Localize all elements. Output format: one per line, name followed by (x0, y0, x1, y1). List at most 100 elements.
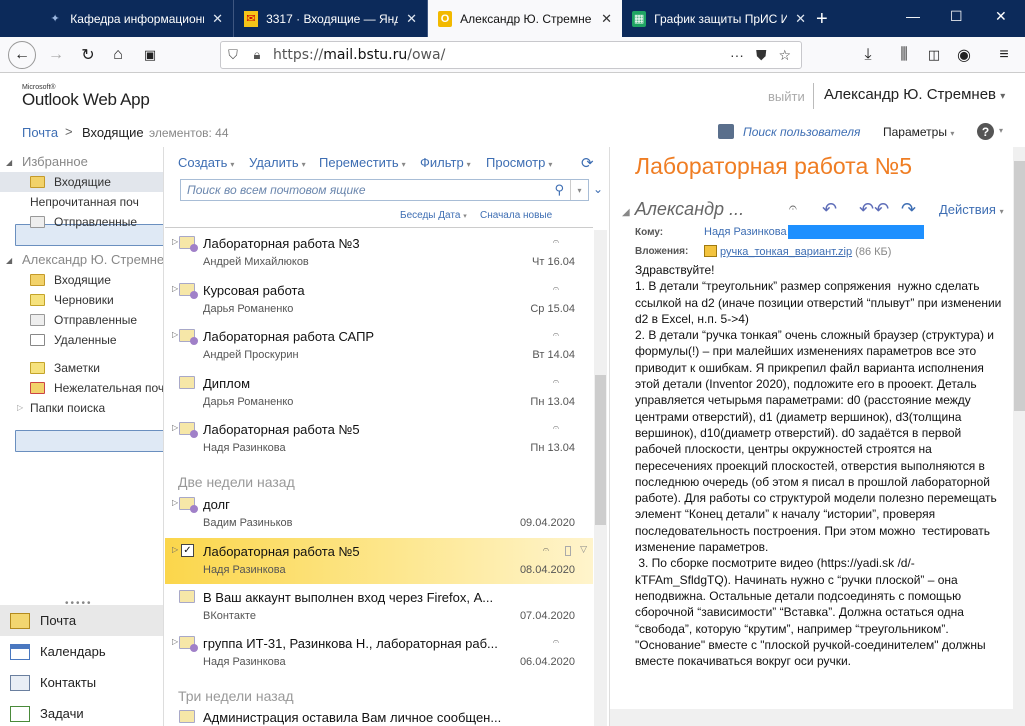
bookmark-star-icon[interactable]: ☆ (778, 47, 791, 64)
new-button[interactable]: Создать ▾ (178, 155, 234, 170)
expand-conversation-icon[interactable]: ▷ (172, 330, 178, 339)
forward-icon[interactable]: ↷ (901, 199, 916, 220)
move-button[interactable]: Переместить ▾ (319, 155, 406, 170)
expand-conversation-icon[interactable]: ▷ (172, 637, 178, 646)
expand-conversation-icon[interactable]: ▷ (172, 423, 178, 432)
expand-conversation-icon[interactable]: ▷ (172, 545, 178, 554)
scrollbar-thumb[interactable] (595, 375, 606, 525)
minimize-button[interactable]: — (906, 8, 920, 24)
folder-junk[interactable]: Нежелательная поч (0, 378, 163, 398)
close-icon[interactable]: ✕ (601, 11, 612, 27)
chevron-down-icon[interactable]: ▾ (570, 180, 588, 200)
message-row[interactable]: ▷ группа ИТ-31, Разинкова Н., лабораторн… (165, 630, 593, 676)
folder-notes[interactable]: Заметки (0, 358, 163, 378)
back-button[interactable]: ← (8, 41, 36, 69)
message-row[interactable]: ▷ Лабораторная работа №5 𝄐 Надя Разинков… (165, 416, 593, 462)
actions-menu[interactable]: Действия ▾ (939, 202, 1004, 217)
message-row[interactable]: В Ваш аккаунт выполнен вход через Firefo… (165, 584, 593, 630)
screenshot-icon[interactable]: ▣ (138, 43, 162, 67)
reply-all-icon[interactable]: ↶↶ (859, 199, 889, 220)
new-tab-button[interactable]: + (816, 8, 828, 31)
attachment-link[interactable]: ручка_тонкая_вариант.zip (86 КБ) (704, 245, 891, 258)
module-mail[interactable]: Почта (0, 605, 163, 636)
folder-inbox[interactable]: Входящие (0, 270, 163, 290)
sent-folder-icon (30, 216, 45, 228)
expand-conversation-icon[interactable]: ▷ (172, 498, 178, 507)
message-row-selected[interactable]: ▷ ✓ Лабораторная работа №5 𝄐 ▽ Надя Рази… (165, 538, 593, 584)
signout-link[interactable]: выйти (768, 89, 805, 104)
module-tasks[interactable]: Задачи (0, 698, 163, 726)
calendar-icon (10, 643, 30, 660)
message-row[interactable]: ▷ Лабораторная работа №3 𝄐 Андрей Михайл… (165, 230, 593, 276)
list-scrollbar[interactable] (594, 230, 607, 726)
message-row[interactable]: Администрация оставила Вам личное сообще… (165, 704, 593, 726)
library-icon[interactable]: ⫼ (892, 43, 916, 67)
search-input[interactable]: Поиск во всем почтовом ящике ⚲ ▾ (180, 179, 589, 201)
address-bar[interactable]: ⛉ 🔒︎ https://mail.bstu.ru/owa/ ··· ⛊ ☆ (220, 41, 802, 69)
tab-outlook[interactable]: O Александр Ю. Стремне ✕ (428, 0, 622, 37)
folder-sent[interactable]: Отправленные (0, 310, 163, 330)
message-row[interactable]: ▷ Лабораторная работа САПР 𝄐 Андрей Прос… (165, 323, 593, 369)
sender-name[interactable]: ◢ Александр ... (622, 199, 744, 220)
filter-button[interactable]: Фильтр ▾ (420, 155, 471, 170)
folder-search[interactable]: Папки поиска (0, 398, 163, 452)
category-icon[interactable] (565, 546, 571, 556)
refresh-icon[interactable]: ⟳ (581, 154, 594, 172)
menu-icon[interactable]: ≡ (992, 43, 1016, 67)
message-row[interactable]: ▷ долг Вадим Разиньков 09.04.2020 (165, 491, 593, 537)
recipient-link[interactable]: Надя Разинкова (704, 226, 787, 238)
fav-sent[interactable]: Отправленные (0, 212, 163, 232)
folder-deleted[interactable]: Удаленные (0, 330, 163, 350)
expand-conversation-icon[interactable]: ▷ (172, 284, 178, 293)
message-row[interactable]: ▷ Курсовая работа 𝄐 Дарья Романенко Ср 1… (165, 277, 593, 323)
flag-icon[interactable]: ▽ (580, 544, 587, 555)
reading-horizontal-scrollbar[interactable] (610, 709, 1013, 726)
sort-by-button[interactable]: Беседы Дата ▾ (400, 210, 467, 221)
view-button[interactable]: Просмотр ▾ (486, 155, 552, 170)
search-icon[interactable]: ⚲ (554, 182, 564, 198)
address-book-icon[interactable] (718, 124, 734, 139)
folder-drafts[interactable]: Черновики (0, 290, 163, 310)
scrollbar-thumb[interactable] (1014, 161, 1025, 411)
options-menu[interactable]: Параметры ▾ (883, 125, 954, 139)
shield-icon[interactable]: ⛉ (221, 47, 245, 63)
help-dropdown-icon[interactable]: ▾ (999, 126, 1003, 135)
download-icon[interactable]: ⤓ (856, 43, 880, 67)
collapse-favorites-icon[interactable]: ◢ (6, 158, 12, 167)
fav-unread[interactable]: Непрочитанная поч (0, 192, 163, 246)
sort-order-button[interactable]: Сначала новые (480, 210, 552, 221)
favorites-heading[interactable]: Избранное (22, 154, 88, 169)
tab-kafedra[interactable]: ✦ Кафедра информационн ✕ (38, 0, 234, 37)
user-menu[interactable]: Александр Ю. Стремнев ▾ (824, 86, 1005, 103)
home-button[interactable]: ⌂ (106, 43, 130, 67)
tab-yandex-mail[interactable]: ✉ 3317 · Входящие — Янде ✕ (234, 0, 428, 37)
lock-icon[interactable]: 🔒︎ (245, 47, 269, 63)
collapse-mailbox-icon[interactable]: ◢ (6, 256, 12, 265)
close-icon[interactable]: ✕ (406, 11, 417, 27)
reply-icon[interactable]: ↶ (822, 199, 837, 220)
close-icon[interactable]: ✕ (795, 11, 806, 27)
reload-button[interactable]: ↻ (76, 43, 100, 67)
module-calendar[interactable]: Календарь (0, 636, 163, 667)
tab-schedule[interactable]: ▦ График защиты ПрИС И ✕ (622, 0, 816, 37)
module-contacts[interactable]: Контакты (0, 667, 163, 698)
pocket-icon[interactable]: ⛊ (756, 47, 767, 64)
forward-button[interactable]: → (44, 43, 68, 67)
reading-scrollbar[interactable] (1013, 147, 1025, 726)
account-icon[interactable]: ◉ (952, 43, 976, 67)
close-icon[interactable]: ✕ (212, 11, 223, 27)
fav-inbox[interactable]: Входящие (0, 172, 163, 192)
selection-checkbox[interactable]: ✓ (181, 544, 194, 557)
page-actions-icon[interactable]: ··· (730, 47, 744, 64)
expand-conversation-icon[interactable]: ▷ (172, 237, 178, 246)
delete-button[interactable]: Удалить ▾ (249, 155, 306, 170)
message-row[interactable]: Диплом 𝄐 Дарья Романенко Пн 13.04 (165, 370, 593, 416)
sidebar-icon[interactable]: ◫ (922, 43, 946, 67)
breadcrumb-mail[interactable]: Почта (22, 125, 58, 140)
find-user-link[interactable]: Поиск пользователя (743, 125, 860, 139)
maximize-button[interactable]: ☐ (950, 8, 963, 25)
mailbox-heading[interactable]: Александр Ю. Стремнев (22, 252, 163, 267)
close-window-button[interactable]: ✕ (995, 8, 1007, 25)
help-icon[interactable]: ? (977, 123, 994, 140)
expand-search-icon[interactable]: ⌄ (593, 182, 603, 196)
